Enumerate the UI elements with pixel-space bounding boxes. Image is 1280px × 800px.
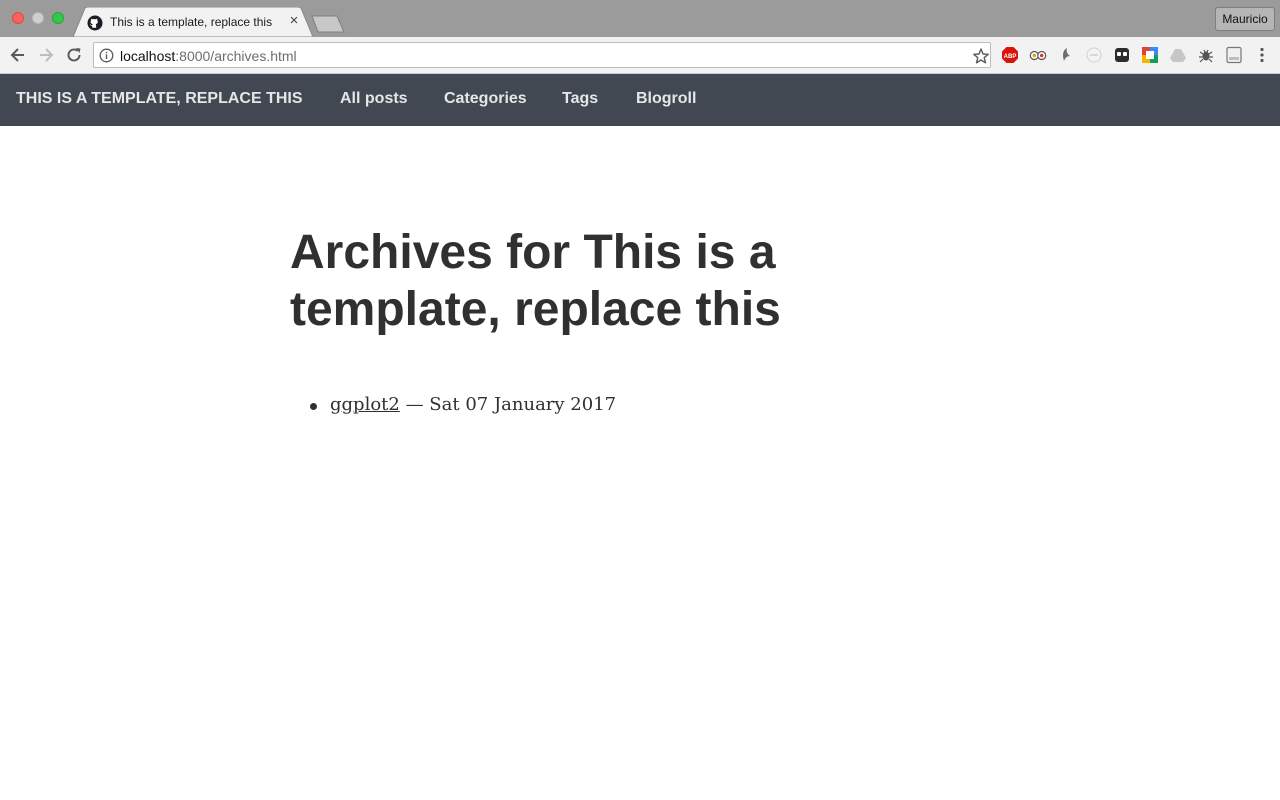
nav-link-tags[interactable]: Tags — [562, 90, 598, 108]
nav-link-blogroll[interactable]: Blogroll — [636, 90, 696, 108]
page-title: Archives for This is a template, replace… — [290, 226, 781, 336]
back-arrow-icon[interactable] — [8, 45, 28, 65]
site-navbar: THIS IS A TEMPLATE, REPLACE THIS All pos… — [0, 74, 1280, 126]
browser-tab-strip: This is a template, replace this × Mauri… — [0, 0, 1280, 37]
archive-entry-link[interactable]: ggplot2 — [330, 394, 400, 415]
list-bullet — [310, 403, 317, 410]
nav-link-all-posts[interactable]: All posts — [340, 90, 408, 108]
forward-arrow-icon[interactable] — [36, 45, 56, 65]
site-brand-link[interactable]: THIS IS A TEMPLATE, REPLACE THIS — [16, 90, 303, 108]
github-icon — [87, 15, 103, 31]
bookmark-star-icon[interactable] — [972, 47, 990, 65]
ghostery-icon[interactable] — [1113, 46, 1131, 64]
window-close-button[interactable] — [12, 12, 24, 24]
browser-tab-active[interactable]: This is a template, replace this × — [73, 7, 313, 37]
url-host: localhost — [120, 48, 176, 64]
archive-entry-date: — Sat 07 January 2017 — [399, 394, 617, 415]
window-maximize-button[interactable] — [52, 12, 64, 24]
page-icon[interactable] — [1085, 46, 1103, 64]
url-path: :8000/archives.html — [175, 48, 297, 64]
tab-close-icon[interactable]: × — [286, 13, 302, 29]
bug-icon[interactable] — [1197, 46, 1215, 64]
info-icon[interactable] — [99, 48, 114, 63]
kebab-menu-icon[interactable] — [1253, 46, 1271, 64]
archive-list: ggplot2 — Sat 07 January 2017 — [310, 394, 616, 415]
reload-icon[interactable] — [64, 45, 84, 65]
window-minimize-button[interactable] — [32, 12, 44, 24]
google-translate-icon[interactable] — [1141, 46, 1159, 64]
nav-link-categories[interactable]: Categories — [444, 90, 527, 108]
document-icon[interactable] — [1225, 46, 1243, 64]
drive-icon[interactable] — [1169, 46, 1187, 64]
adblock-plus-icon[interactable]: ABP — [1001, 46, 1019, 64]
profile-button[interactable]: Mauricio — [1215, 7, 1275, 31]
dolphin-icon[interactable] — [1057, 46, 1075, 64]
tripadvisor-icon[interactable] — [1029, 46, 1047, 64]
svg-text:ABP: ABP — [1004, 54, 1017, 60]
archive-entry: ggplot2 — Sat 07 January 2017 — [310, 394, 616, 415]
url-text: localhost:8000/archives.html — [120, 48, 297, 64]
browser-toolbar: localhost:8000/archives.html ABP — [0, 37, 1280, 74]
tab-title: This is a template, replace this — [110, 15, 273, 29]
address-bar[interactable]: localhost:8000/archives.html — [93, 42, 991, 68]
new-tab-button[interactable] — [311, 15, 345, 33]
